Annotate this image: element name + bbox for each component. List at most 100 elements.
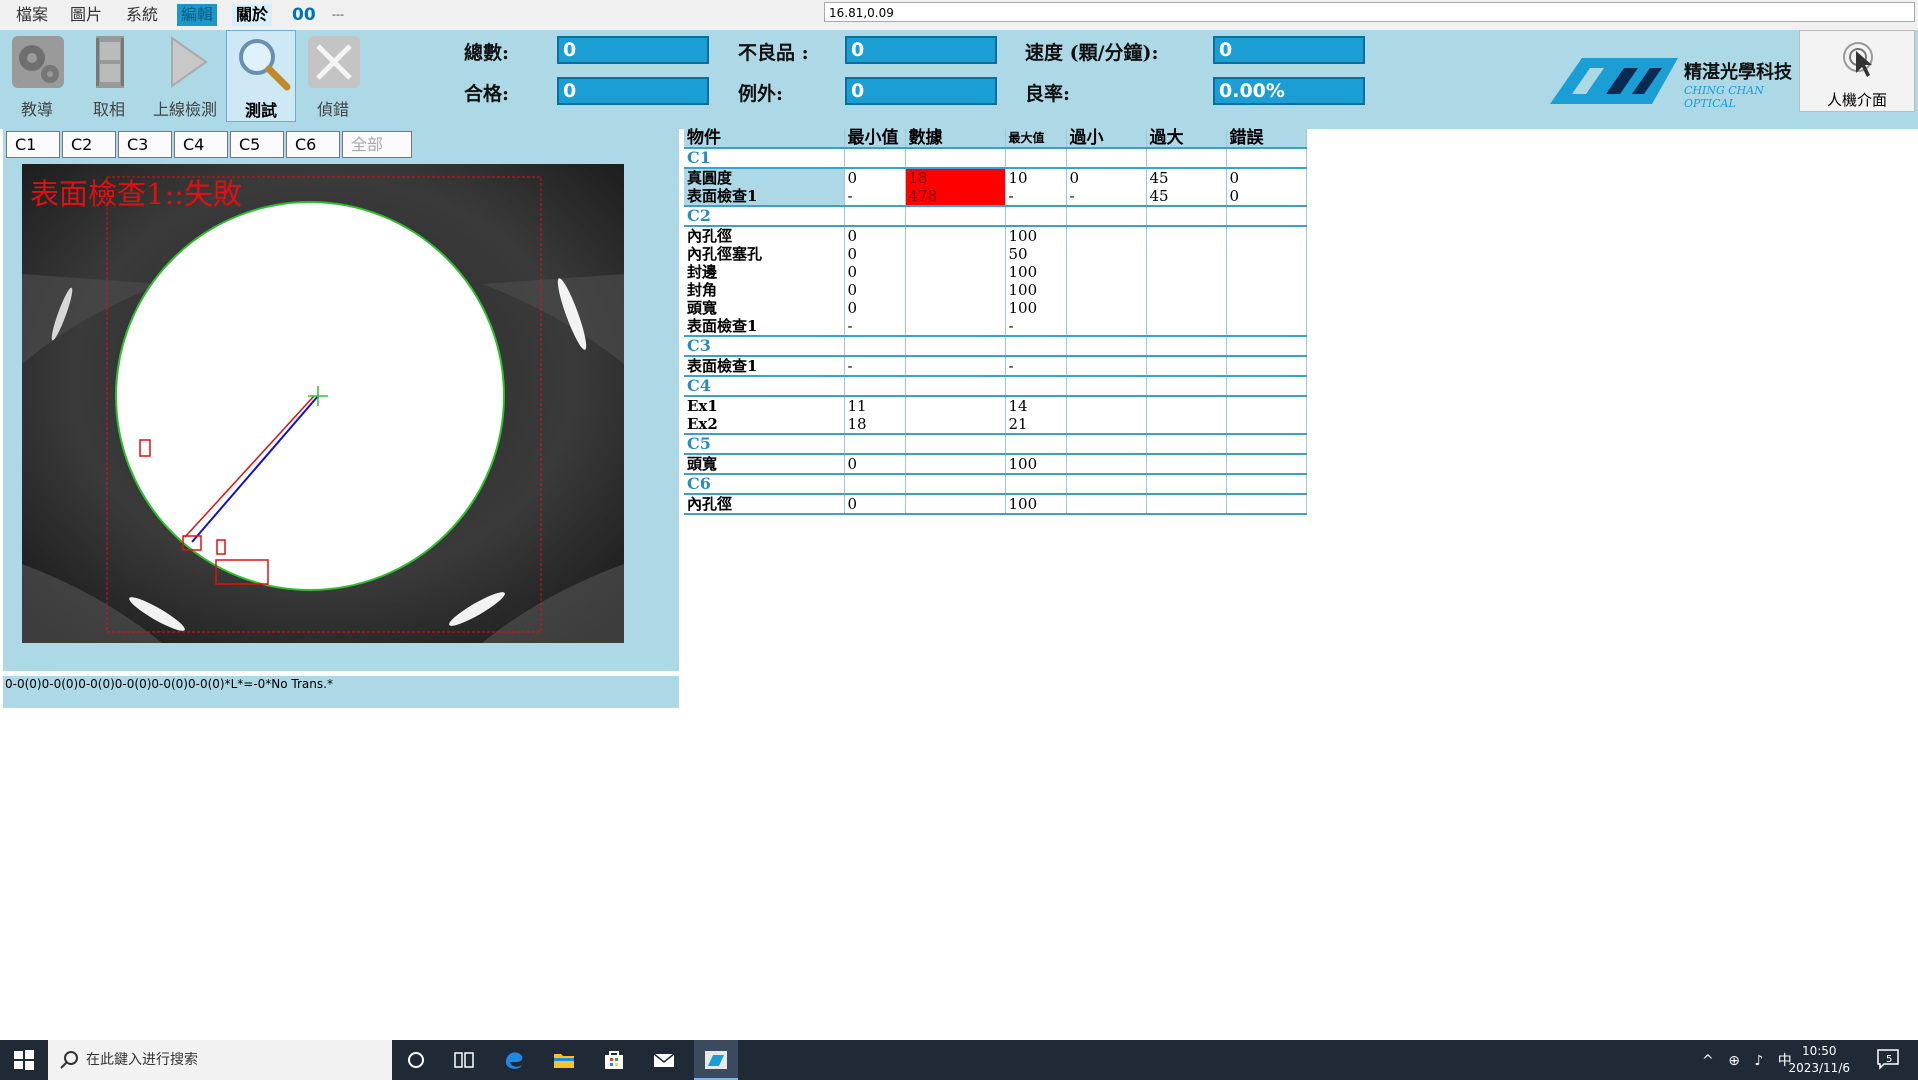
- max-values: -: [1005, 355, 1067, 376]
- error-values: 00: [1226, 167, 1307, 206]
- max-value: 100: [1008, 227, 1038, 245]
- cortana-icon[interactable]: [404, 1048, 428, 1072]
- system-tray: ^ ⊕ ♪ 中: [1702, 1050, 1792, 1070]
- min-value: 0: [847, 299, 858, 317]
- yield-value: 0.00%: [1213, 77, 1365, 105]
- logo-name-cn: 精湛光學科技: [1684, 62, 1792, 83]
- taskbar-clock[interactable]: 10:50 2023/11/6: [1788, 1043, 1850, 1077]
- speed-value: 0: [1213, 36, 1365, 64]
- test-button[interactable]: 測試: [226, 30, 296, 122]
- store-icon[interactable]: [602, 1048, 626, 1072]
- task-view-icon[interactable]: [452, 1048, 476, 1072]
- min-value: 11: [847, 397, 867, 415]
- menu-edit[interactable]: 編輯: [177, 4, 218, 26]
- tab-c4[interactable]: C4: [174, 131, 228, 158]
- max-values: 10-: [1005, 167, 1067, 206]
- tab-all[interactable]: 全部: [342, 131, 412, 158]
- item-name: 真圓度: [687, 169, 733, 187]
- notification-count: 5: [1886, 1054, 1893, 1065]
- max-value: 100: [1008, 455, 1038, 473]
- table-row[interactable]: 內孔徑 0 100: [684, 493, 1307, 514]
- cci-app-icon: [705, 1051, 727, 1069]
- table-row[interactable]: 內孔徑 內孔徑塞孔 封邊 封角 頭寬 表面檢查1 0 0 0 0 0 - 100…: [684, 225, 1307, 336]
- group-label: C6: [684, 473, 845, 494]
- item-names: 表面檢查1: [684, 355, 845, 376]
- item-name: 內孔徑塞孔: [687, 245, 763, 263]
- header-item: 物件: [684, 129, 845, 149]
- table-header: 物件 最小值 數據 最大值 過小 過大 錯誤: [684, 129, 1307, 149]
- menu-system[interactable]: 系統: [122, 4, 162, 26]
- taskbar: 在此鍵入进行搜索 ^ ⊕ ♪ 中 10:50 2023/11/6 5: [0, 1040, 1918, 1080]
- online-inspection-button[interactable]: 上線檢測: [150, 30, 220, 122]
- min-values: 0-: [844, 167, 906, 206]
- notification-center-button[interactable]: 5: [1876, 1048, 1904, 1072]
- header-under: 過小: [1066, 129, 1147, 149]
- file-explorer-icon[interactable]: [552, 1048, 576, 1072]
- item-names: 內孔徑 內孔徑塞孔 封邊 封角 頭寬 表面檢查1: [684, 225, 845, 336]
- item-names: Ex1 Ex2: [684, 395, 845, 434]
- mail-icon[interactable]: [652, 1048, 676, 1072]
- under-value: 0: [1069, 169, 1080, 187]
- status-bar: 0-0(0)0-0(0)0-0(0)0-0(0)0-0(0)0-0(0)*L*=…: [3, 676, 679, 708]
- exception-label: 例外:: [738, 83, 784, 105]
- company-logo: 精湛光學科技 CHING CHAN OPTICAL: [1548, 50, 1798, 110]
- error-value: 0: [1229, 169, 1240, 187]
- min-values: 0: [844, 493, 906, 514]
- menu-counter: 00: [292, 5, 316, 25]
- group-label: C3: [684, 335, 845, 356]
- volume-icon[interactable]: ♪: [1754, 1053, 1763, 1069]
- taskbar-search-input[interactable]: 在此鍵入进行搜索: [48, 1040, 392, 1080]
- max-value: -: [1008, 357, 1014, 375]
- menu-file[interactable]: 檔案: [12, 4, 52, 26]
- tray-expand-icon[interactable]: ^: [1702, 1053, 1714, 1069]
- data-values: 18 478: [905, 167, 1006, 206]
- header-min: 最小值: [844, 129, 906, 149]
- speed-label: 速度 (顆/分鐘):: [1025, 42, 1159, 64]
- table-row[interactable]: 真圓度 表面檢查1 0- 18 478 10- 0- 45 45 00: [684, 167, 1307, 206]
- cci-logo-icon: [1550, 58, 1678, 104]
- item-name: 內孔徑: [687, 495, 733, 513]
- max-value: 100: [1008, 263, 1038, 281]
- hmi-button[interactable]: 人機介面: [1799, 30, 1915, 112]
- menu-about[interactable]: 關於: [232, 4, 273, 26]
- table-row[interactable]: Ex1 Ex2 11 18 14 21: [684, 395, 1307, 434]
- tab-c5[interactable]: C5: [230, 131, 284, 158]
- camera-image[interactable]: 表面檢查1::失敗: [22, 164, 624, 643]
- tab-c1[interactable]: C1: [6, 131, 60, 158]
- windows-start-icon[interactable]: [12, 1048, 36, 1072]
- tab-c3[interactable]: C3: [118, 131, 172, 158]
- inspection-result-text: 表面檢查1::失敗: [30, 177, 242, 211]
- capture-button[interactable]: 取相: [74, 30, 144, 122]
- logo-name-en: CHING CHAN OPTICAL: [1684, 84, 1764, 110]
- taskbar-app-active[interactable]: [694, 1040, 738, 1080]
- pass-value: 0: [557, 77, 709, 105]
- max-value: 50: [1008, 245, 1028, 263]
- min-value: 18: [847, 415, 867, 433]
- group-row-c3: C3: [684, 335, 1307, 356]
- data-value: 18: [908, 169, 928, 187]
- error-value: 0: [1229, 187, 1240, 205]
- item-name: 內孔徑: [687, 227, 733, 245]
- tab-c6[interactable]: C6: [286, 131, 340, 158]
- edge-browser-icon[interactable]: [502, 1048, 526, 1072]
- item-name: 頭寬: [687, 455, 718, 473]
- group-label: C1: [684, 147, 845, 168]
- item-name: 封邊: [687, 263, 718, 281]
- max-value: 10: [1008, 169, 1028, 187]
- film-icon: [96, 36, 124, 88]
- max-value: 21: [1008, 415, 1028, 433]
- item-name: 表面檢查1: [687, 187, 758, 205]
- teach-button[interactable]: 教導: [2, 30, 72, 122]
- menu-picture[interactable]: 圖片: [66, 4, 106, 26]
- coordinate-display: 16.81,0.09: [824, 2, 1915, 22]
- debug-button[interactable]: 偵錯: [298, 30, 368, 122]
- table-row[interactable]: 表面檢查1 - -: [684, 355, 1307, 376]
- table-row[interactable]: 頭寬 0 100: [684, 453, 1307, 474]
- defect-label: 不良品 :: [738, 42, 809, 64]
- network-icon[interactable]: ⊕: [1728, 1053, 1740, 1069]
- header-data: 數據: [905, 129, 1006, 149]
- max-values: 100 50 100 100 100 -: [1005, 225, 1067, 336]
- group-label: C5: [684, 433, 845, 454]
- tab-c2[interactable]: C2: [62, 131, 116, 158]
- under-value: -: [1069, 187, 1075, 205]
